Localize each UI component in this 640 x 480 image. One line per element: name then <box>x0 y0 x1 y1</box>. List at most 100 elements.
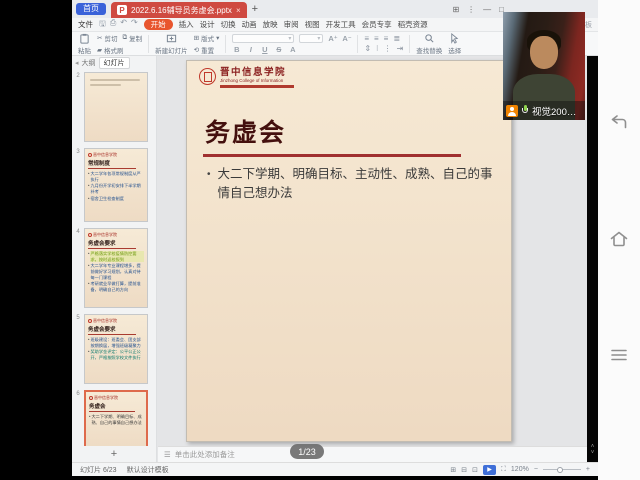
format-painter-button[interactable]: ▰格式刷 <box>97 45 124 55</box>
seal-icon <box>89 396 93 400</box>
thumb-text-line <box>90 84 121 86</box>
new-slide-button[interactable]: 新建幻灯片 <box>155 33 188 55</box>
add-slide-button[interactable]: + <box>72 446 156 462</box>
line-spacing-icon[interactable]: ⇕ <box>364 45 371 53</box>
document-tab[interactable]: P 2022.6.16辅导员务虚会.pptx × <box>111 2 247 18</box>
save-icon[interactable]: 🖫 <box>99 18 106 31</box>
thumb-logo: 晋中信息学院 <box>88 232 144 238</box>
slide-sorter-icon[interactable]: ⊟ <box>461 466 467 474</box>
play-slideshow-button[interactable]: ▶ <box>483 465 496 475</box>
menu-tab-home[interactable]: 开始 <box>144 19 173 30</box>
thumb-title-rule <box>89 411 135 412</box>
thumb-text-line <box>90 79 140 81</box>
reset-button[interactable]: ⟲重置 <box>194 45 220 55</box>
home-tab[interactable]: 首页 <box>76 3 106 15</box>
layout-button[interactable]: ⊞版式 ▾ <box>194 33 220 43</box>
underline-button[interactable]: U <box>260 45 269 54</box>
indent-icon[interactable]: ⇥ <box>397 45 404 53</box>
participant-name: 视觉200… <box>532 104 576 118</box>
slide-thumbnail[interactable]: 4 晋中信息学院 务虚会要求 •严格落实学校疫情防控要求，按时返校报到 •大二学… <box>72 228 156 308</box>
collapse-panel-icon[interactable]: ◂ <box>75 59 79 67</box>
new-tab-button[interactable]: + <box>252 3 258 15</box>
webcam-name-bar: 视觉200… <box>503 101 585 120</box>
undo-icon[interactable]: ↶ <box>120 18 127 31</box>
bullet-list-icon[interactable]: ⁝ <box>376 45 379 53</box>
menu-tab-view[interactable]: 视图 <box>305 19 320 30</box>
tab-slides[interactable]: 幻灯片 <box>99 57 130 69</box>
normal-view-icon[interactable]: ⊞ <box>450 466 456 474</box>
slide-thumbnail[interactable]: 3 晋中信息学院 常规制度 •大二学年各项常规制度从严执行 •九月份开学初安排下… <box>72 148 156 222</box>
zoom-out-button[interactable]: − <box>534 466 538 473</box>
title-underline <box>203 154 461 157</box>
back-icon[interactable] <box>608 112 630 134</box>
seal-icon <box>88 319 92 323</box>
cut-button[interactable]: ✂剪切 <box>97 33 117 43</box>
notes-bar[interactable]: ☰ 单击此处添加备注 <box>158 446 587 462</box>
font-family-select[interactable]: ▾ <box>232 34 294 43</box>
slide-thumbnail[interactable]: 5 晋中信息学院 务虚会要求 •班级建设：班委会、团支部按期换届，增强班级凝聚力… <box>72 314 156 384</box>
fullscreen-icon[interactable]: ⛶ <box>501 466 506 474</box>
thumbnail-list[interactable]: 2 3 晋中信息学院 常规制度 •大二学年各项常规制度从严执行 <box>72 70 156 446</box>
paste-button[interactable]: 粘贴 <box>78 33 91 55</box>
align-left-icon[interactable]: ≡ <box>364 35 369 43</box>
grid-icon[interactable]: ⊞ <box>452 5 459 14</box>
zoom-slider-knob[interactable] <box>557 467 563 473</box>
right-letterbox: ˄ ˅ <box>587 56 598 462</box>
template-name: 默认设计模板 <box>127 465 169 475</box>
italic-button[interactable]: I <box>246 45 255 54</box>
more-icon[interactable]: ⋮ <box>467 5 475 14</box>
current-slide[interactable]: 晋中信息学院 Jinzhong College of Information 务… <box>186 60 512 442</box>
strikethrough-button[interactable]: S <box>274 45 283 54</box>
participant-face <box>530 36 558 69</box>
menu-tab-animation[interactable]: 动画 <box>242 19 257 30</box>
slide-body-text[interactable]: • 大二下学期、明确目标、主动性、成熟、自己的事情自己想办法 <box>207 165 499 203</box>
decrease-font-button[interactable]: A⁻ <box>342 34 351 43</box>
increase-font-button[interactable]: A⁺ <box>328 34 337 43</box>
reading-view-icon[interactable]: ⊡ <box>472 466 478 474</box>
minimize-icon[interactable]: — <box>483 5 491 14</box>
toolbar-separator <box>225 35 226 53</box>
microphone-icon <box>521 105 529 116</box>
zoom-in-button[interactable]: + <box>586 466 590 473</box>
quick-access-toolbar: 🖫 ⎙ ↶ ↷ <box>99 18 138 31</box>
slide-thumbnail[interactable]: 2 <box>72 72 156 142</box>
find-replace-button[interactable]: 查找替换 <box>416 33 442 55</box>
font-color-button[interactable]: A <box>288 45 297 54</box>
close-tab-icon[interactable]: × <box>236 6 241 15</box>
toolbar-separator <box>148 35 149 53</box>
college-seal-icon <box>199 68 216 85</box>
recents-icon[interactable] <box>608 344 630 366</box>
menu-tab-slideshow[interactable]: 放映 <box>263 19 278 30</box>
justify-icon[interactable]: ≣ <box>393 35 400 43</box>
logo-tagline-bar <box>220 85 294 88</box>
font-size-select[interactable]: ▾ <box>299 34 323 43</box>
redo-icon[interactable]: ↷ <box>131 18 138 31</box>
menu-tab-member[interactable]: 会员专享 <box>362 19 392 30</box>
menu-tab-review[interactable]: 审阅 <box>284 19 299 30</box>
zoom-slider[interactable] <box>543 469 581 470</box>
menu-tab-docer[interactable]: 稻壳资源 <box>398 19 428 30</box>
webcam-video[interactable]: 视觉200… <box>503 12 585 120</box>
select-button[interactable]: 选择 <box>448 33 461 55</box>
bold-button[interactable]: B <box>232 45 241 54</box>
home-icon[interactable] <box>608 228 630 250</box>
numbered-list-icon[interactable]: ⋮ <box>384 45 392 53</box>
menu-tab-design[interactable]: 设计 <box>200 19 215 30</box>
college-logo: 晋中信息学院 Jinzhong College of Information <box>199 68 294 88</box>
print-icon[interactable]: ⎙ <box>110 18 116 31</box>
slide-title[interactable]: 务虚会 <box>205 113 286 149</box>
slide-panel: ◂ 大纲 幻灯片 2 3 晋中信息学院 <box>72 56 157 462</box>
menu-tab-transition[interactable]: 切换 <box>221 19 236 30</box>
align-center-icon[interactable]: ≡ <box>374 35 379 43</box>
menu-tab-insert[interactable]: 插入 <box>179 19 194 30</box>
menu-tab-devtools[interactable]: 开发工具 <box>326 19 356 30</box>
copy-button[interactable]: ⧉复制 <box>122 33 142 43</box>
file-menu[interactable]: 文件 <box>78 19 93 30</box>
copy-icon: ⧉ <box>122 34 127 42</box>
android-nav-bar <box>598 0 640 480</box>
scroll-down-icon[interactable]: ˅ <box>591 450 595 456</box>
bullet-dot: • <box>207 165 211 203</box>
slide-thumbnail-selected[interactable]: 6 晋中信息学院 务虚会 •大二下学期、明确目标、成熟、自己的事情自己想办法 <box>72 390 156 446</box>
align-right-icon[interactable]: ≡ <box>384 35 389 43</box>
tab-outline[interactable]: 大纲 <box>82 58 96 68</box>
